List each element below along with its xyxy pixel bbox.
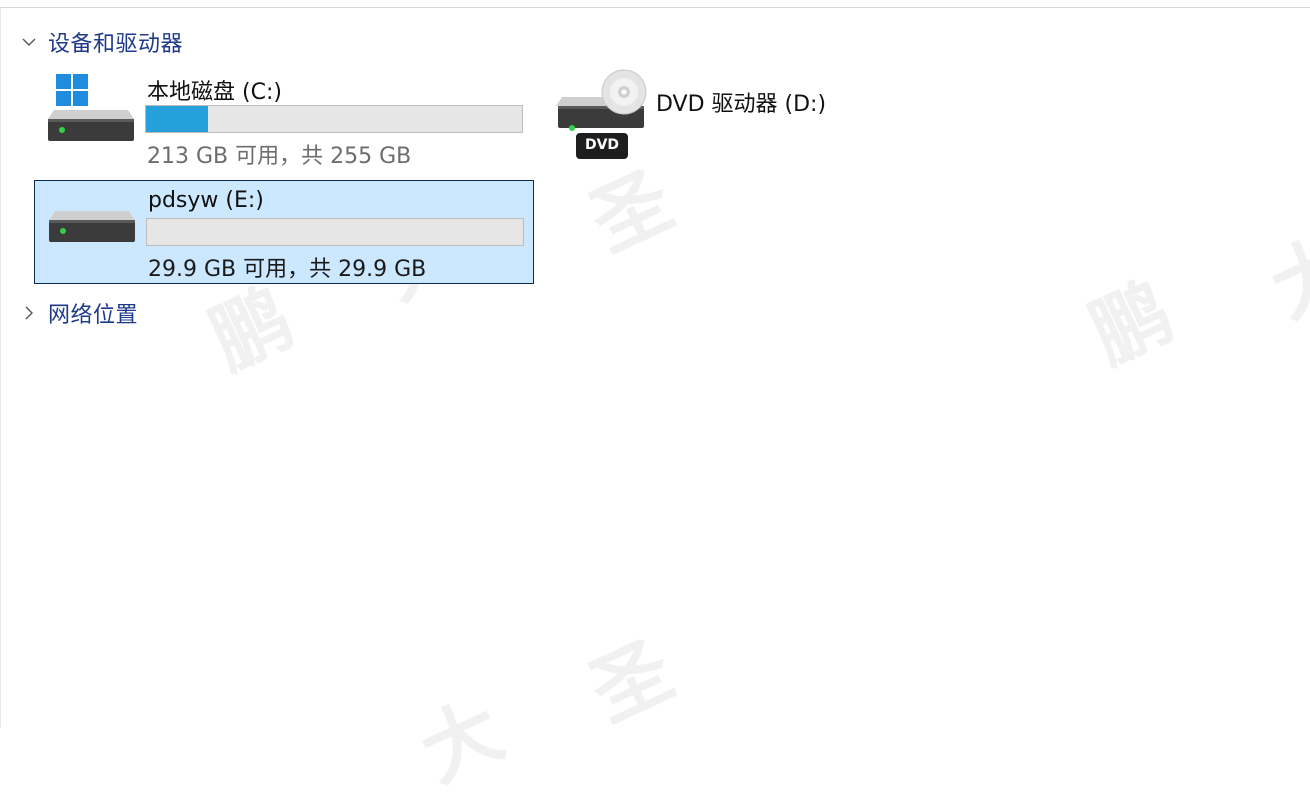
drive-c-space-info: 213 GB 可用，共 255 GB [147,144,412,169]
section-title: 网络位置 [48,303,139,328]
windows-hdd-icon [46,72,136,152]
chevron-down-icon[interactable] [18,31,40,53]
window-left-border [0,7,1,728]
watermark-char-4: 鹏 [1077,267,1187,382]
drive-c-capacity-fill [146,106,209,132]
drive-c-name: 本地磁盘 (C:) [147,80,282,105]
dvd-badge: DVD [584,137,620,153]
drive-e-capacity-bar [146,218,524,246]
drive-c-tile[interactable]: 本地磁盘 (C:) 213 GB 可用，共 255 GB [34,74,534,184]
watermark-char-6: 圣 [577,625,687,740]
window-top-border [0,0,1310,8]
drive-d-tile[interactable]: DVD [550,68,650,164]
drive-e-space-info: 29.9 GB 可用，共 29.9 GB [148,257,427,282]
drive-e-tile[interactable]: pdsyw (E:) 29.9 GB 可用，共 29.9 GB [34,180,534,284]
drive-e-name: pdsyw (E:) [148,188,264,213]
section-title: 设备和驱动器 [48,32,184,57]
drive-d-name[interactable]: DVD 驱动器 (D:) [656,86,826,118]
section-network-locations[interactable]: 网络位置 [18,298,138,328]
section-devices-and-drives[interactable]: 设备和驱动器 [18,27,183,57]
watermark-char-7: 大 [407,685,517,800]
dvd-drive-icon [554,68,650,168]
drive-c-capacity-bar [145,105,523,133]
watermark-char-5: 大 [1257,221,1310,336]
chevron-right-icon[interactable] [18,302,40,324]
hdd-icon [47,203,137,283]
